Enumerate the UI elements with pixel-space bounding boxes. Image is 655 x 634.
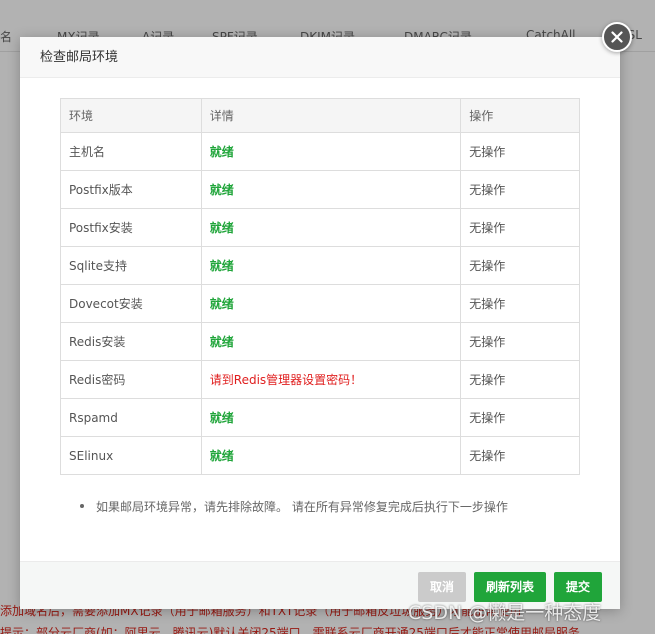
table-row: SElinux 就绪 无操作 (60, 436, 580, 475)
env-name: Redis密码 (60, 360, 202, 399)
column-header-action: 操作 (460, 98, 580, 133)
env-name: Postfix安装 (60, 208, 202, 247)
troubleshoot-tip: 如果邮局环境异常，请先排除故障。 请在所有异常修复完成后执行下一步操作 (80, 498, 508, 515)
env-status-error: 请到Redis管理器设置密码！ (200, 360, 462, 399)
env-status: 就绪 (200, 246, 462, 285)
env-action: 无操作 (460, 246, 580, 285)
env-name: Dovecot安装 (60, 284, 202, 323)
table-row: Postfix安装 就绪 无操作 (60, 208, 580, 247)
env-action: 无操作 (460, 436, 580, 475)
table-header-row: 环境 详情 操作 (60, 98, 580, 133)
env-name: Rspamd (60, 398, 202, 437)
close-icon[interactable] (602, 22, 632, 52)
table-row: Postfix版本 就绪 无操作 (60, 170, 580, 209)
env-status: 就绪 (200, 170, 462, 209)
table-row: Redis密码 请到Redis管理器设置密码！ 无操作 (60, 360, 580, 399)
env-action: 无操作 (460, 170, 580, 209)
env-action: 无操作 (460, 132, 580, 171)
env-status: 就绪 (200, 208, 462, 247)
env-name: Redis安装 (60, 322, 202, 361)
env-action: 无操作 (460, 284, 580, 323)
env-action: 无操作 (460, 322, 580, 361)
table-row: 主机名 就绪 无操作 (60, 132, 580, 171)
check-environment-dialog: 检查邮局环境 环境 详情 操作 主机名 就绪 无操作 Postfix版本 就绪 … (20, 37, 620, 609)
table-row: Sqlite支持 就绪 无操作 (60, 246, 580, 285)
close-icon-glyph (611, 31, 623, 43)
environment-table: 环境 详情 操作 主机名 就绪 无操作 Postfix版本 就绪 无操作 Pos… (60, 98, 580, 475)
env-name: SElinux (60, 436, 202, 475)
env-status: 就绪 (200, 398, 462, 437)
watermark: CSDN @懒是一种态度 (408, 602, 602, 624)
env-status: 就绪 (200, 322, 462, 361)
env-name: 主机名 (60, 132, 202, 171)
env-name: Postfix版本 (60, 170, 202, 209)
column-header-detail: 详情 (200, 98, 462, 133)
env-status: 就绪 (200, 284, 462, 323)
table-row: Rspamd 就绪 无操作 (60, 398, 580, 437)
dialog-title: 检查邮局环境 (20, 37, 620, 78)
table-row: Dovecot安装 就绪 无操作 (60, 284, 580, 323)
env-action: 无操作 (460, 398, 580, 437)
column-header-env: 环境 (60, 98, 202, 133)
table-row: Redis安装 就绪 无操作 (60, 322, 580, 361)
env-status: 就绪 (200, 436, 462, 475)
env-action: 无操作 (460, 360, 580, 399)
env-name: Sqlite支持 (60, 246, 202, 285)
env-action: 无操作 (460, 208, 580, 247)
env-status: 就绪 (200, 132, 462, 171)
